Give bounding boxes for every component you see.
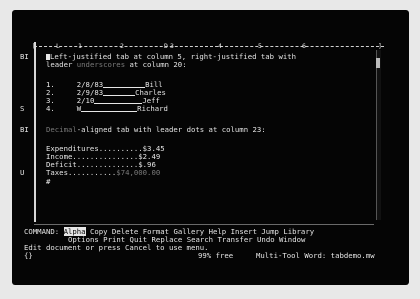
menu-item-transfer[interactable]: Transfer (217, 235, 252, 244)
command-label: COMMAND: (24, 227, 60, 236)
style-bar-s: S (20, 104, 25, 113)
end-mark: # (46, 177, 51, 186)
list-item[interactable]: Taxes...........$74,000.00 (46, 169, 160, 177)
ruler: [ L 1 2 D 3 4 5 6 ] (32, 42, 384, 51)
vertical-scrollbar[interactable] (376, 50, 381, 220)
ruler-2: 2 (120, 42, 124, 50)
app-title: Multi-Tool Word: tabdemo.mw (256, 251, 375, 260)
ruler-5: 5 (258, 42, 262, 50)
para2-line[interactable]: Decimal-aligned tab with leader dots at … (46, 126, 266, 134)
scrollbar-thumb[interactable] (376, 58, 380, 68)
table-row[interactable]: 4. W Richard (46, 105, 168, 113)
style-bar-bi-1: BI (20, 52, 29, 61)
free-space-indicator: 99% free (198, 251, 234, 260)
menu-item-window[interactable]: Window (279, 235, 305, 244)
terminal-screen: [ L 1 2 D 3 4 5 6 ] BI Left-justified ta… (12, 10, 409, 285)
menu-item-undo[interactable]: Undo (257, 235, 275, 244)
position-indicator: {} (24, 251, 33, 260)
ruler-4: 4 (218, 42, 222, 50)
message-line: Edit document or press Cancel to use men… (24, 243, 209, 252)
style-bar-u: U (20, 168, 25, 177)
ruler-tab-decimal: D (164, 42, 168, 50)
ruler-3: 3 (170, 42, 174, 50)
menu-separator (34, 224, 374, 225)
ruler-1: 1 (78, 42, 82, 50)
style-bar-bi-2: BI (20, 125, 29, 134)
ruler-right-bracket: ] (378, 42, 382, 50)
window-left-border (34, 42, 36, 222)
ruler-6: 6 (302, 42, 306, 50)
para1-line2[interactable]: leader underscores at column 20: (46, 61, 187, 69)
ruler-tab-left: L (56, 42, 60, 50)
